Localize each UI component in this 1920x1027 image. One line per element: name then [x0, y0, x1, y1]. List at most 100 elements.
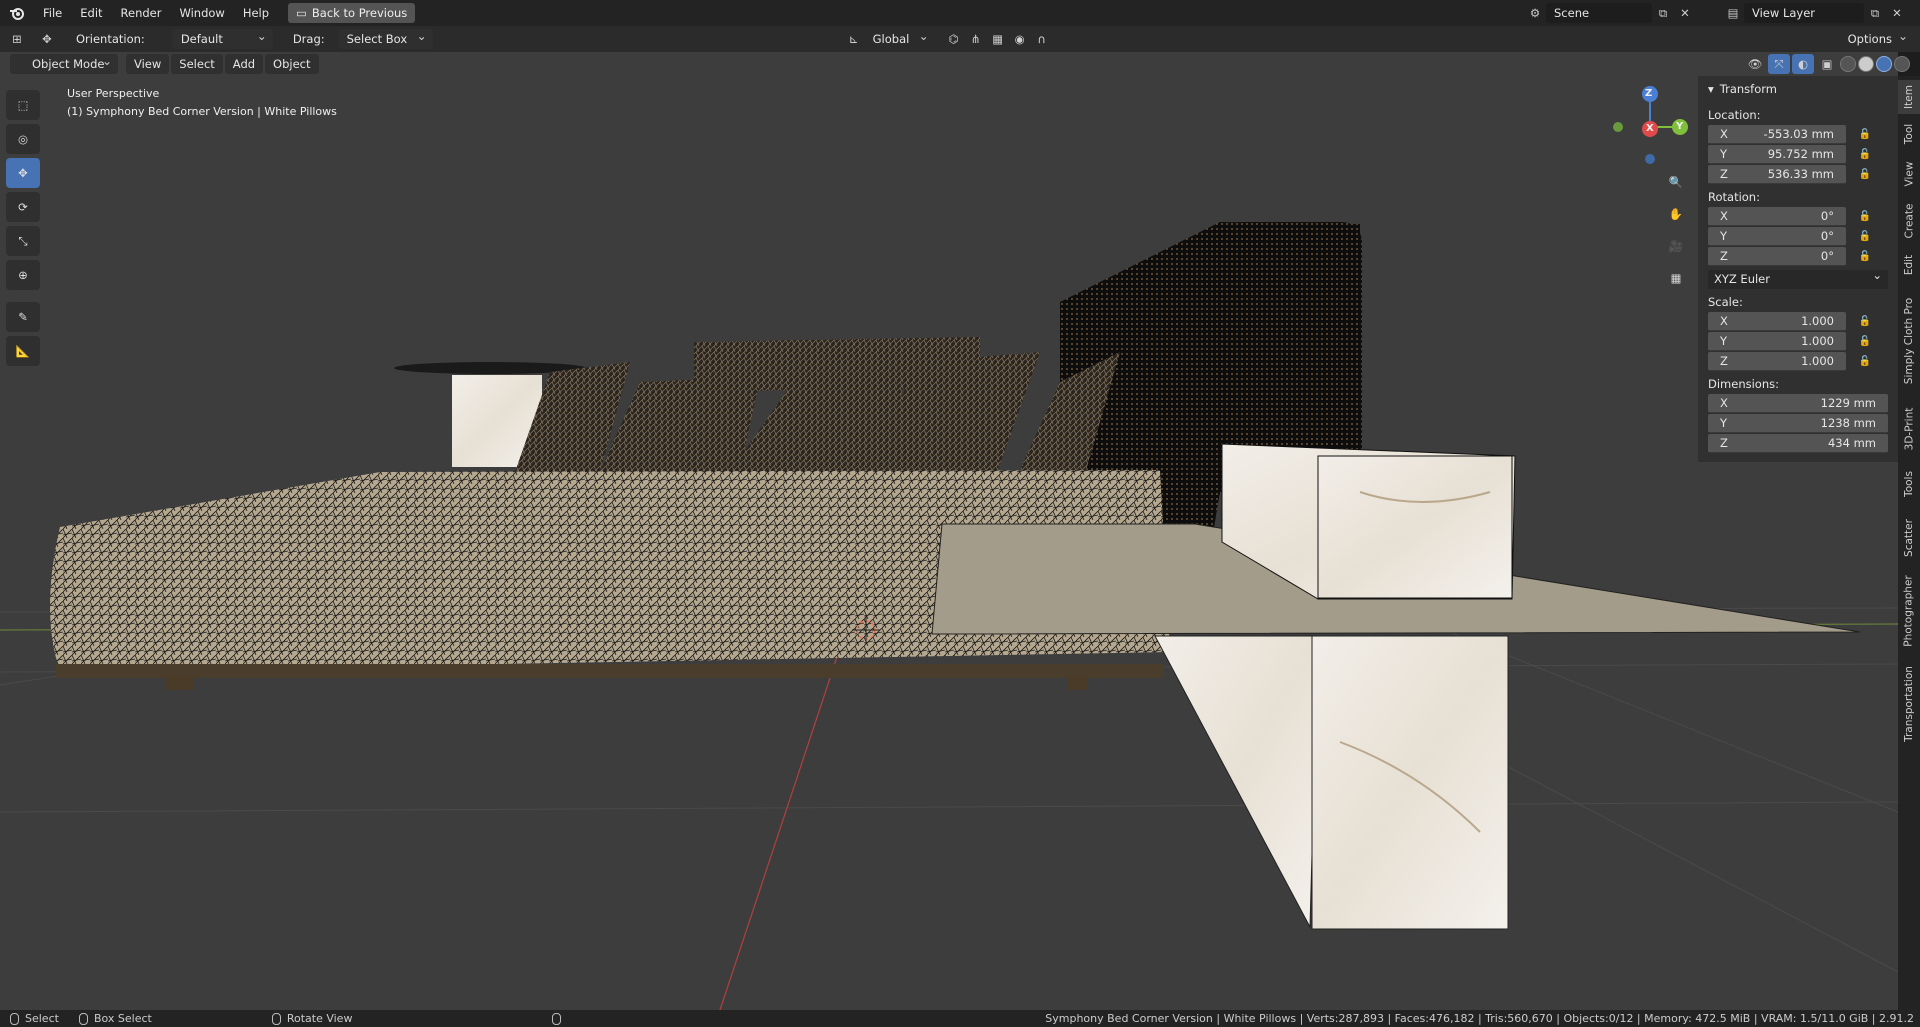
view-layer-name-field[interactable]: View Layer: [1744, 3, 1864, 23]
tab-transportation[interactable]: Transportation: [1898, 656, 1920, 752]
snap-icon[interactable]: ⋔: [965, 29, 987, 49]
menu-render[interactable]: Render: [112, 0, 171, 26]
tab-simply-cloth-pro[interactable]: Simply Cloth Pro: [1898, 286, 1920, 396]
menu-help[interactable]: Help: [234, 0, 278, 26]
dimensions-x-field[interactable]: X 1229 mm: [1708, 393, 1888, 413]
menu-view[interactable]: View: [126, 54, 170, 74]
xray-icon[interactable]: ▣: [1816, 54, 1838, 74]
status-box-select: Box Select: [78, 1012, 152, 1025]
snap-target-icon[interactable]: ▦: [987, 29, 1009, 49]
tab-tools[interactable]: Tools: [1898, 462, 1920, 506]
rotation-x-field[interactable]: X 0°: [1708, 206, 1846, 226]
3d-viewport[interactable]: Z Y X User Perspective (1) Symphony Bed …: [0, 52, 1898, 1010]
tab-create[interactable]: Create: [1898, 196, 1920, 246]
location-x-field[interactable]: X -553.03 mm: [1708, 124, 1846, 144]
back-to-previous-button[interactable]: ▭ Back to Previous: [288, 3, 416, 23]
lock-icon[interactable]: 🔓: [1858, 209, 1872, 223]
menu-object[interactable]: Object: [265, 54, 319, 74]
scene-name-field[interactable]: Scene: [1546, 3, 1652, 23]
gizmo-toggle-icon[interactable]: ⤧: [1768, 54, 1790, 74]
lock-icon[interactable]: 🔓: [1858, 167, 1872, 181]
tab-label: Create: [1903, 203, 1916, 239]
mode-dropdown[interactable]: Object Mode: [10, 51, 118, 74]
tab-label: Scatter: [1903, 519, 1916, 557]
options-dropdown[interactable]: Options: [1839, 26, 1914, 49]
proportional-edit-icon[interactable]: ◉: [1009, 29, 1031, 49]
scale-y-field[interactable]: Y 1.000: [1708, 331, 1846, 351]
move-tool-icon[interactable]: ✥: [36, 29, 58, 49]
new-scene-icon[interactable]: ⧉: [1652, 3, 1674, 23]
view-layer-icon[interactable]: ▤: [1722, 3, 1744, 23]
scale-tool-icon[interactable]: ⤡: [6, 226, 40, 256]
new-view-layer-icon[interactable]: ⧉: [1864, 3, 1886, 23]
rotation-y-field[interactable]: Y 0°: [1708, 226, 1846, 246]
location-label: Location:: [1708, 108, 1761, 122]
menu-window[interactable]: Window: [170, 0, 233, 26]
dimensions-z-field[interactable]: Z 434 mm: [1708, 433, 1888, 453]
tab-photographer[interactable]: Photographer: [1898, 570, 1920, 652]
location-y-field[interactable]: Y 95.752 mm: [1708, 144, 1846, 164]
orientation-dropdown[interactable]: Default: [172, 26, 273, 49]
tab-scatter[interactable]: Scatter: [1898, 510, 1920, 566]
rotation-mode-dropdown[interactable]: XYZ Euler: [1708, 266, 1888, 289]
menu-select[interactable]: Select: [171, 54, 223, 74]
menu-file[interactable]: File: [34, 0, 71, 26]
location-z-field[interactable]: Z 536.33 mm: [1708, 164, 1846, 184]
field-value: 1.000: [1801, 333, 1834, 348]
camera-view-icon[interactable]: 🎥: [1664, 234, 1688, 258]
overlay-toggle-icon[interactable]: ◐: [1792, 54, 1814, 74]
dimensions-y-field[interactable]: Y 1238 mm: [1708, 413, 1888, 433]
lock-icon[interactable]: 🔓: [1858, 334, 1872, 348]
delete-view-layer-icon[interactable]: ✕: [1886, 3, 1908, 23]
scene-icon[interactable]: ⚙: [1524, 3, 1546, 23]
transform-tool-icon[interactable]: ⊕: [6, 260, 40, 290]
lock-icon[interactable]: 🔓: [1858, 314, 1872, 328]
measure-tool-icon[interactable]: 📐: [6, 336, 40, 366]
lock-icon[interactable]: 🔓: [1858, 127, 1872, 141]
rotation-z-field[interactable]: Z 0°: [1708, 246, 1846, 266]
tab-view[interactable]: View: [1898, 156, 1920, 192]
delete-scene-icon[interactable]: ✕: [1674, 3, 1696, 23]
visibility-icon[interactable]: 👁: [1744, 54, 1766, 74]
editor-type-icon[interactable]: ⊞: [6, 29, 28, 49]
menu-add[interactable]: Add: [224, 54, 264, 74]
tab-item[interactable]: Item: [1898, 80, 1920, 114]
tab-tool[interactable]: Tool: [1898, 116, 1920, 152]
material-shading-icon[interactable]: [1876, 56, 1892, 72]
lock-icon[interactable]: 🔓: [1858, 147, 1872, 161]
axis-label: X: [1720, 313, 1728, 328]
axis-label: Z: [1720, 353, 1728, 368]
wireframe-shading-icon[interactable]: [1840, 56, 1856, 72]
menu-edit[interactable]: Edit: [71, 0, 111, 26]
falloff-icon[interactable]: ∩: [1031, 29, 1053, 49]
scale-x-field[interactable]: X 1.000: [1708, 311, 1846, 331]
tab-edit[interactable]: Edit: [1898, 248, 1920, 282]
transform-orientation-dropdown[interactable]: Global: [864, 26, 935, 49]
drag-dropdown[interactable]: Select Box: [338, 26, 433, 49]
pan-hand-icon[interactable]: ✋: [1664, 202, 1688, 226]
solid-shading-icon[interactable]: [1858, 56, 1874, 72]
pivot-point-icon[interactable]: ⌬: [943, 29, 965, 49]
lock-icon[interactable]: 🔓: [1858, 229, 1872, 243]
ortho-toggle-icon[interactable]: ▦: [1664, 266, 1688, 290]
rendered-shading-icon[interactable]: [1894, 56, 1910, 72]
rotation-label: Rotation:: [1708, 190, 1760, 204]
view-layer-selector[interactable]: ▤ View Layer ⧉ ✕: [1722, 2, 1908, 24]
zoom-icon[interactable]: 🔍: [1664, 170, 1688, 194]
move-tool-icon[interactable]: ✥: [6, 158, 40, 188]
annotate-tool-icon[interactable]: ✎: [6, 302, 40, 332]
transform-panel-header[interactable]: ▾ Transform: [1698, 76, 1898, 102]
select-box-tool-icon[interactable]: ⬚: [6, 90, 40, 120]
tab-3d-print[interactable]: 3D-Print: [1898, 400, 1920, 458]
axis-label: X: [1720, 208, 1728, 223]
axis-label: Y: [1720, 415, 1728, 430]
field-value: -553.03 mm: [1763, 126, 1834, 141]
rotate-tool-icon[interactable]: ⟳: [6, 192, 40, 222]
scene-selector[interactable]: ⚙ Scene ⧉ ✕: [1524, 2, 1696, 24]
cursor-tool-icon[interactable]: ◎: [6, 124, 40, 154]
scale-z-field[interactable]: Z 1.000: [1708, 351, 1846, 371]
lock-icon[interactable]: 🔓: [1858, 354, 1872, 368]
lock-icon[interactable]: 🔓: [1858, 249, 1872, 263]
blender-logo-icon[interactable]: [0, 0, 34, 26]
field-value: 95.752 mm: [1767, 146, 1834, 161]
